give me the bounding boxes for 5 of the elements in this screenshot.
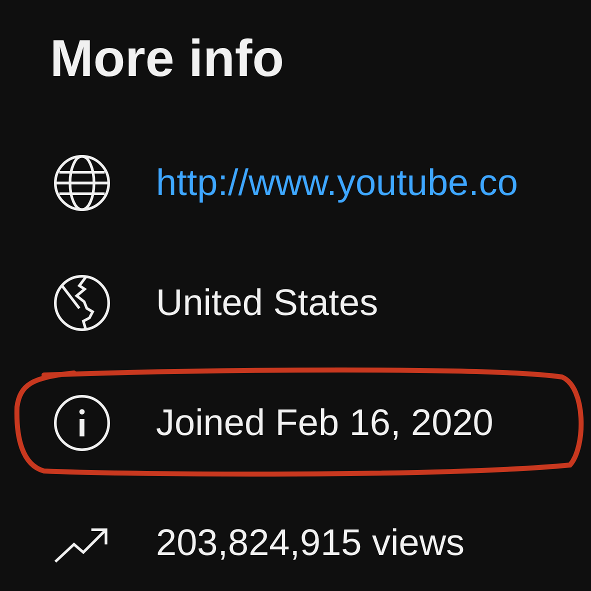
info-text: 203,824,915 views [156, 522, 465, 564]
section-title: More info [50, 28, 285, 90]
website-link[interactable]: http://www.youtube.co [156, 162, 518, 204]
info-text: Joined Feb 16, 2020 [156, 402, 494, 444]
info-text: United States [156, 282, 378, 324]
